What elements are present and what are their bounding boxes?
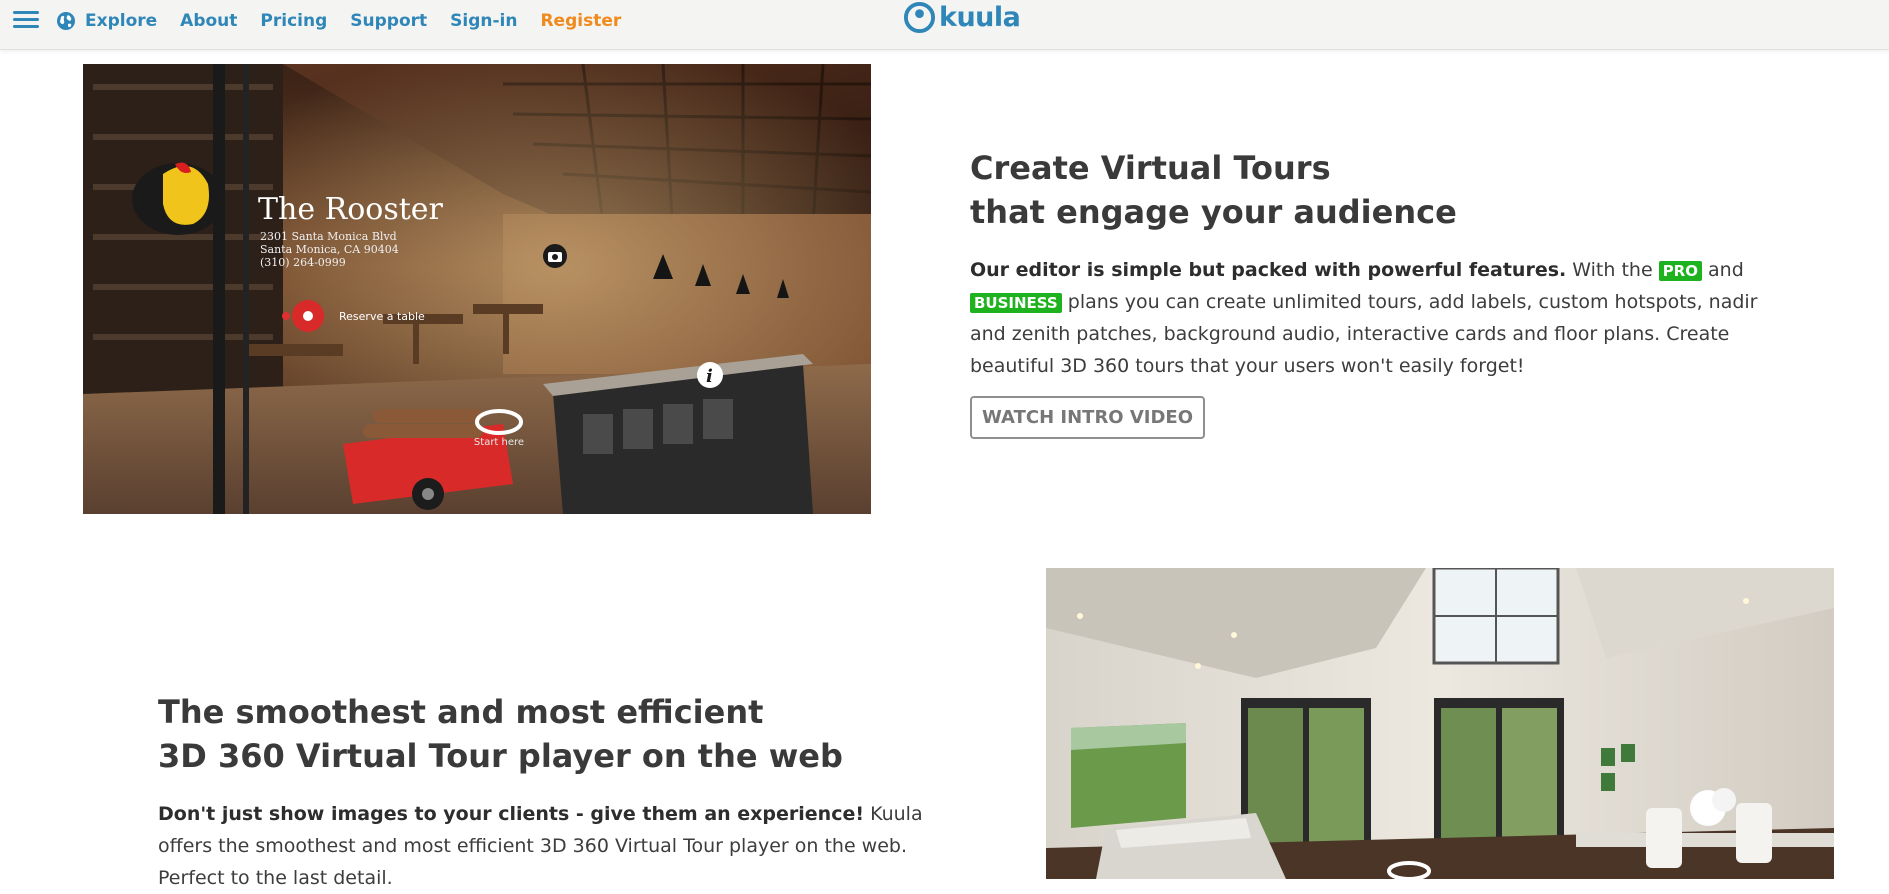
section1-text-c: plans you can create unlimited tours, ad…	[970, 291, 1758, 377]
restaurant-tour-image[interactable]: The Rooster 2301 Santa Monica Blvd Santa…	[83, 64, 871, 514]
section2-heading-line2: 3D 360 Virtual Tour player on the web	[158, 737, 843, 775]
section1-text-b: and	[1701, 259, 1744, 281]
venue-name: The Rooster	[258, 192, 444, 227]
venue-address-1: 2301 Santa Monica Blvd	[260, 230, 397, 243]
globe-icon	[57, 12, 75, 30]
pro-badge: PRO	[1658, 261, 1702, 281]
venue-address-2: Santa Monica, CA 90404	[260, 243, 399, 256]
venue-phone: (310) 264-0999	[260, 256, 346, 269]
section1-bold-lead: Our editor is simple but packed with pow…	[970, 259, 1567, 281]
living-room-tour-image[interactable]	[1046, 568, 1834, 879]
nav-pricing[interactable]: Pricing	[260, 11, 327, 31]
nav-explore-label: Explore	[85, 11, 158, 31]
start-here-label: Start here	[474, 437, 524, 448]
section1-heading-line1: Create Virtual Tours	[970, 149, 1331, 187]
section2-description: Don't just show images to your clients -…	[158, 798, 948, 894]
top-navigation-bar: Explore About Pricing Support Sign-in Re…	[0, 0, 1889, 50]
nav-support[interactable]: Support	[350, 11, 427, 31]
nav-explore[interactable]: Explore	[56, 11, 157, 31]
business-badge: BUSINESS	[970, 293, 1062, 313]
nav-register[interactable]: Register	[540, 11, 621, 31]
camera-hotspot-icon[interactable]	[543, 244, 567, 268]
living-room-scene	[1046, 568, 1834, 879]
kuula-logo[interactable]: kuula	[903, 1, 1021, 34]
info-hotspot-icon[interactable]: i	[697, 362, 723, 388]
section1-heading-line2: that engage your audience	[970, 193, 1457, 231]
section2-heading-line1: The smoothest and most efficient	[158, 693, 764, 731]
hamburger-menu-icon[interactable]	[13, 11, 39, 31]
logo-text: kuula	[939, 2, 1021, 33]
section2-bold-lead: Don't just show images to your clients -…	[158, 803, 865, 825]
nav-signin[interactable]: Sign-in	[450, 11, 517, 31]
restaurant-tour-scene: The Rooster 2301 Santa Monica Blvd Santa…	[83, 64, 871, 514]
reserve-label: Reserve a table	[339, 310, 425, 323]
main-nav: Explore About Pricing Support Sign-in Re…	[56, 0, 644, 42]
section1-description: Our editor is simple but packed with pow…	[970, 254, 1760, 382]
watch-intro-video-button[interactable]: WATCH INTRO VIDEO	[970, 396, 1206, 439]
virtual-tours-section: Create Virtual Tours that engage your au…	[970, 146, 1760, 439]
nav-about[interactable]: About	[180, 11, 237, 31]
section1-text-a: With the	[1566, 259, 1659, 281]
section1-heading: Create Virtual Tours that engage your au…	[970, 146, 1760, 234]
player-section: The smoothest and most efficient 3D 360 …	[158, 690, 948, 894]
kuula-logo-icon	[903, 1, 936, 34]
section2-heading: The smoothest and most efficient 3D 360 …	[158, 690, 948, 778]
svg-text:i: i	[706, 366, 713, 387]
